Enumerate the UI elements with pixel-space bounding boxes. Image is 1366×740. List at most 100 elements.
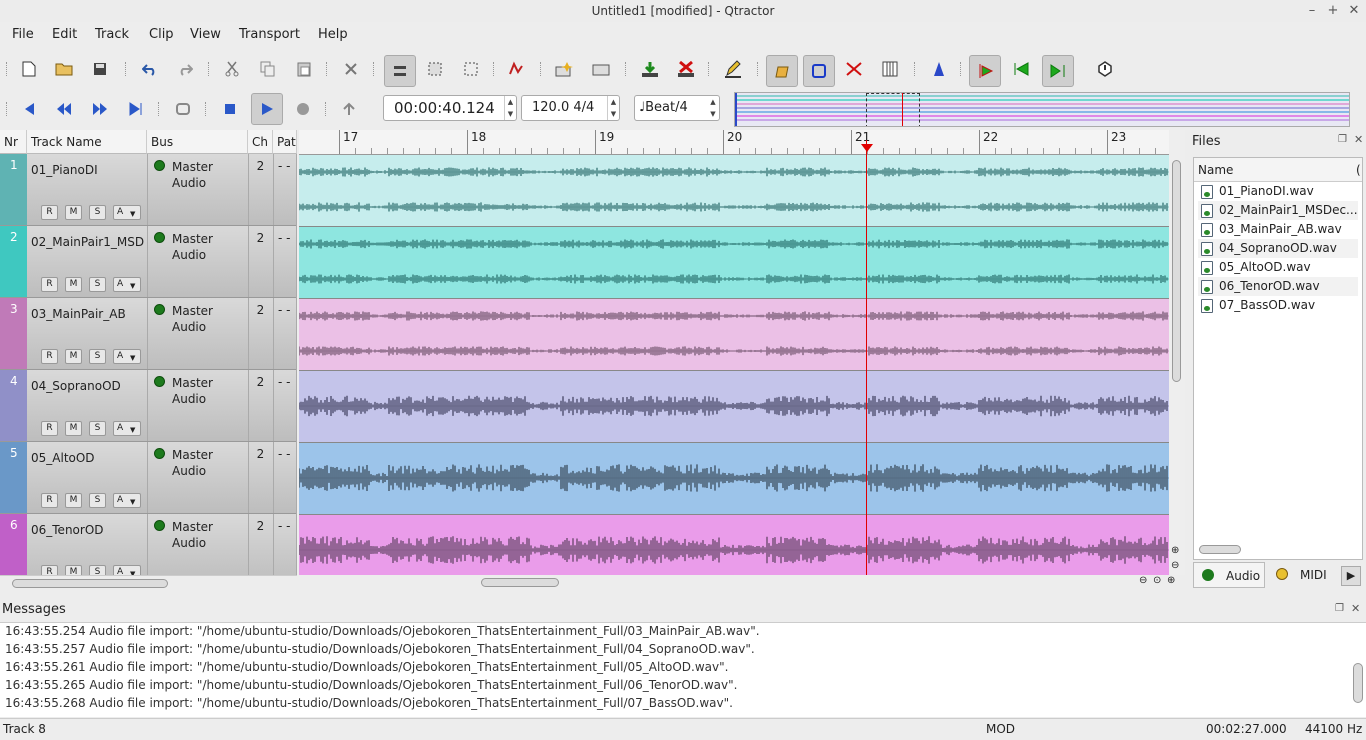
- record-button[interactable]: R: [41, 421, 58, 436]
- track-lane[interactable]: [299, 371, 1169, 443]
- zoom-out-v-icon[interactable]: ⊖: [1171, 560, 1179, 571]
- track-bus[interactable]: Master Audio: [147, 442, 247, 513]
- automation-button[interactable]: A: [113, 349, 141, 364]
- undo-icon[interactable]: [136, 55, 164, 83]
- track-lane[interactable]: [299, 227, 1169, 299]
- track-bus[interactable]: Master Audio: [147, 298, 247, 369]
- mute-button[interactable]: M: [65, 349, 82, 364]
- solo-button[interactable]: S: [89, 205, 106, 220]
- track-bus[interactable]: Master Audio: [147, 370, 247, 441]
- rewind-icon[interactable]: [50, 95, 78, 123]
- record-button[interactable]: R: [41, 205, 58, 220]
- overview-viewport[interactable]: [866, 93, 920, 126]
- mute-button[interactable]: M: [65, 493, 82, 508]
- fast-forward-icon[interactable]: [1042, 55, 1074, 87]
- to-end-icon[interactable]: [122, 95, 150, 123]
- remove-track-icon[interactable]: [672, 55, 700, 83]
- zoom-in-h-icon[interactable]: ⊕: [1167, 575, 1175, 586]
- follow-playhead-icon[interactable]: [766, 55, 798, 87]
- zoom-reset-icon[interactable]: ⊙: [1153, 575, 1161, 586]
- cut-icon[interactable]: [218, 55, 246, 83]
- maximize-icon[interactable]: +: [1323, 0, 1343, 22]
- loop-transport-icon[interactable]: [169, 95, 197, 123]
- menu-file[interactable]: File: [12, 27, 34, 42]
- track-properties-icon[interactable]: [719, 55, 747, 83]
- automation-button[interactable]: A: [113, 205, 141, 220]
- track-row[interactable]: 3 03_MainPair_AB Master Audio 2- - R M S A ▼: [0, 298, 296, 370]
- track-row[interactable]: 4 04_SopranoOD Master Audio 2- - R M S A ▼: [0, 370, 296, 442]
- track-row[interactable]: 1 01_PianoDI Master Audio 2- - R M S A ▼: [0, 154, 296, 226]
- messages-float-icon[interactable]: ❐: [1335, 603, 1344, 614]
- punch-in-icon[interactable]: [335, 95, 363, 123]
- col-track-name[interactable]: Track Name: [27, 130, 147, 154]
- solo-button[interactable]: S: [89, 421, 106, 436]
- record-button[interactable]: R: [41, 349, 58, 364]
- save-icon[interactable]: [86, 55, 114, 83]
- tempo-spinner[interactable]: ▲ ▼: [607, 96, 619, 120]
- track-lane[interactable]: [299, 155, 1169, 227]
- open-file-icon[interactable]: [50, 55, 78, 83]
- track-lane[interactable]: [299, 299, 1169, 371]
- files-hscroll[interactable]: [1199, 545, 1241, 554]
- backward-icon[interactable]: [14, 95, 42, 123]
- automation-dropdown-icon[interactable]: ▼: [130, 282, 135, 290]
- track-row[interactable]: 5 05_AltoOD Master Audio 2- - R M S A ▼: [0, 442, 296, 514]
- stop-icon[interactable]: [216, 95, 244, 123]
- zoom-out-h-icon[interactable]: ⊖: [1139, 575, 1147, 586]
- files-col-name[interactable]: Name: [1194, 158, 1362, 182]
- col-nr[interactable]: Nr: [0, 130, 27, 154]
- messages-vscroll[interactable]: [1353, 663, 1363, 703]
- tab-audio[interactable]: Audio: [1193, 562, 1265, 588]
- file-item[interactable]: 01_PianoDI.wav: [1198, 182, 1358, 201]
- select-rect-icon[interactable]: [457, 55, 485, 83]
- solo-button[interactable]: S: [89, 349, 106, 364]
- track-row[interactable]: 202_MainPair1_MSDecMaster Audio2- -RMSA▼: [0, 226, 296, 298]
- file-item[interactable]: 03_MainPair_AB.wav: [1198, 220, 1358, 239]
- track-lanes[interactable]: [299, 155, 1169, 575]
- tab-midi[interactable]: MIDI: [1268, 562, 1340, 588]
- track-name[interactable]: 04_SopranoOD: [31, 379, 144, 393]
- col-patch[interactable]: Patc: [273, 130, 297, 154]
- track-bus[interactable]: Master Audio: [147, 226, 247, 297]
- session-overview[interactable]: [734, 92, 1350, 127]
- panic-icon[interactable]: [1091, 55, 1119, 83]
- files-close-icon[interactable]: ✕: [1354, 133, 1363, 146]
- record-icon[interactable]: [289, 95, 317, 123]
- menu-clip[interactable]: Clip: [149, 27, 174, 42]
- timeline-ruler[interactable]: 17 18 19 20 21 22 23: [299, 130, 1169, 155]
- add-track-icon[interactable]: [636, 55, 664, 83]
- snap-dropdown-icon[interactable]: ▲ ▼: [707, 96, 719, 120]
- menu-help[interactable]: Help: [318, 27, 348, 42]
- paste-icon[interactable]: [290, 55, 318, 83]
- messages-close-icon[interactable]: ✕: [1351, 602, 1360, 615]
- menu-edit[interactable]: Edit: [52, 27, 77, 42]
- play-from-start-icon[interactable]: [969, 55, 1001, 87]
- mute-button[interactable]: M: [65, 421, 82, 436]
- close-icon[interactable]: ✕: [1344, 0, 1364, 22]
- track-name[interactable]: 05_AltoOD: [31, 451, 144, 465]
- col-ch[interactable]: Ch: [248, 130, 273, 154]
- copy-icon[interactable]: [254, 55, 282, 83]
- files-play-icon[interactable]: ▶: [1341, 566, 1361, 586]
- file-item[interactable]: 07_BassOD.wav: [1198, 296, 1358, 315]
- automation-dropdown-icon[interactable]: ▼: [130, 498, 135, 506]
- automation-dropdown-icon[interactable]: ▼: [130, 426, 135, 434]
- track-bus[interactable]: Master Audio: [147, 154, 247, 225]
- track-name[interactable]: 02_MainPair1_MSDec: [31, 235, 144, 249]
- new-file-icon[interactable]: [15, 55, 43, 83]
- delete-icon[interactable]: [337, 55, 365, 83]
- automation-button[interactable]: A: [113, 493, 141, 508]
- punch-icon[interactable]: [803, 55, 835, 87]
- mute-button[interactable]: M: [65, 277, 82, 292]
- playhead-marker[interactable]: [861, 144, 873, 152]
- tracks-vscroll[interactable]: ⊕ ⊖: [1169, 130, 1185, 575]
- menu-transport[interactable]: Transport: [239, 27, 300, 42]
- solo-button[interactable]: S: [89, 277, 106, 292]
- select-clip-icon[interactable]: [384, 55, 416, 87]
- menu-view[interactable]: View: [190, 27, 221, 42]
- metronome-icon[interactable]: [925, 55, 953, 83]
- playhead[interactable]: [866, 140, 867, 575]
- automation-button[interactable]: A: [113, 421, 141, 436]
- minimize-icon[interactable]: –: [1302, 0, 1322, 22]
- forward-icon[interactable]: [86, 95, 114, 123]
